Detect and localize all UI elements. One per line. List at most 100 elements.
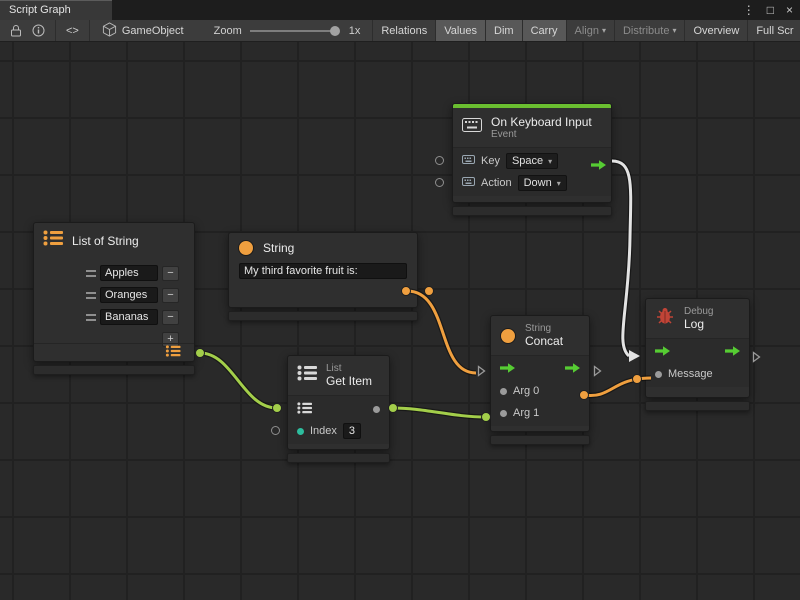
distribute-button[interactable]: Distribute▾ — [614, 20, 684, 42]
toolbar-buttons: Relations Values Dim Carry Align▾ Distri… — [372, 20, 800, 42]
graph-canvas[interactable]: On Keyboard Input Event Key Space▾ Actio… — [0, 42, 800, 600]
node-string-literal[interactable]: String My third favorite fruit is: — [228, 232, 418, 308]
tab-script-graph[interactable]: Script Graph — [0, 0, 112, 20]
lock-icon[interactable] — [10, 24, 22, 37]
carry-button[interactable]: Carry — [522, 20, 566, 42]
index-input-port[interactable] — [297, 428, 304, 435]
zoom-slider-knob[interactable] — [330, 26, 340, 36]
zoom-label: Zoom — [214, 25, 242, 37]
align-label: Align — [575, 25, 599, 37]
flow-input-port[interactable] — [655, 346, 670, 359]
index-input-row: Index 3 — [288, 420, 389, 442]
list-output-port[interactable] — [165, 344, 181, 362]
node-header: String — [229, 233, 417, 263]
drag-handle-icon[interactable] — [86, 270, 96, 277]
log-right-relation-arrow-icon — [752, 350, 761, 368]
window-close-icon[interactable]: × — [786, 3, 793, 17]
key-unconnected-port[interactable] — [435, 156, 444, 165]
overview-button[interactable]: Overview — [684, 20, 747, 42]
string-type-icon — [238, 240, 254, 256]
align-button[interactable]: Align▾ — [566, 20, 614, 42]
code-icon[interactable]: <> — [66, 25, 79, 37]
message-input-port[interactable] — [655, 371, 662, 378]
drag-handle-icon[interactable] — [86, 314, 96, 321]
action-port-icon — [462, 177, 475, 189]
list-item: Oranges − — [86, 284, 194, 306]
list-items: Apples − Oranges − Bananas − + — [34, 258, 194, 350]
info-icon[interactable] — [32, 24, 45, 37]
window-menu-icon[interactable]: ⋮ — [743, 3, 755, 17]
wire-keyboard-to-log[interactable] — [612, 161, 640, 362]
string-value-field[interactable]: My third favorite fruit is: — [239, 263, 407, 279]
arg0-input-port[interactable] — [500, 388, 507, 395]
key-port-label: Key — [481, 155, 500, 167]
index-value-field[interactable]: 3 — [343, 423, 361, 439]
node-title: Get Item — [326, 374, 372, 388]
values-button[interactable]: Values — [435, 20, 485, 42]
gameobject-breadcrumb[interactable]: GameObject — [102, 22, 184, 40]
arg1-input-row: Arg 1 — [491, 402, 589, 424]
node-footer — [645, 401, 750, 411]
zoom-slider[interactable] — [250, 20, 342, 42]
window-maximize-icon[interactable]: □ — [767, 3, 774, 17]
graph-toolbar: <> GameObject Zoom 1x Relations Values D… — [0, 20, 800, 42]
node-footer — [490, 435, 590, 445]
overview-label: Overview — [693, 25, 739, 37]
relations-button[interactable]: Relations — [372, 20, 435, 42]
list-output-row — [34, 343, 194, 361]
window-controls: ⋮ □ × — [743, 0, 793, 20]
node-footer — [228, 311, 418, 321]
node-footer — [33, 365, 195, 375]
item-output-port[interactable] — [373, 406, 380, 413]
wire-endpoint — [273, 404, 282, 413]
remove-item-button[interactable]: − — [162, 310, 179, 325]
remove-item-button[interactable]: − — [162, 266, 179, 281]
carry-label: Carry — [531, 25, 558, 37]
concat-left-relation-arrow-icon — [477, 364, 486, 382]
list-item-field[interactable]: Oranges — [100, 287, 158, 303]
list-icon — [297, 365, 317, 386]
flow-output-port[interactable] — [725, 346, 740, 359]
wire-getitem-to-concat[interactable] — [389, 404, 491, 422]
string-output-port[interactable] — [402, 288, 410, 296]
key-dropdown[interactable]: Space▾ — [506, 153, 558, 169]
tab-title: Script Graph — [9, 4, 71, 16]
arg1-label: Arg 1 — [513, 407, 539, 419]
dropdown-caret-icon: ▾ — [672, 26, 676, 35]
list-input-port[interactable] — [297, 402, 312, 417]
flow-output-port[interactable] — [565, 363, 580, 376]
flow-input-port[interactable] — [500, 363, 515, 376]
title-bar: Script Graph ⋮ □ × — [0, 0, 800, 20]
remove-item-button[interactable]: − — [162, 288, 179, 303]
node-category: List — [326, 363, 372, 374]
wire-concat-to-log-message[interactable] — [580, 375, 652, 400]
node-get-item[interactable]: List Get Item Index 3 — [287, 355, 390, 450]
flow-output-port[interactable] — [591, 157, 606, 175]
node-on-keyboard-input[interactable]: On Keyboard Input Event Key Space▾ Actio… — [452, 103, 612, 203]
string-value-row: My third favorite fruit is: — [229, 263, 417, 279]
action-dropdown[interactable]: Down▾ — [518, 175, 567, 191]
node-debug-log[interactable]: Debug Log Message — [645, 298, 750, 398]
index-unconnected-port[interactable] — [271, 426, 280, 435]
node-concat[interactable]: String Concat Arg 0 Arg 1 — [490, 315, 590, 432]
node-header: List Get Item — [288, 356, 389, 395]
drag-handle-icon[interactable] — [86, 292, 96, 299]
relations-label: Relations — [381, 25, 427, 37]
action-unconnected-port[interactable] — [435, 178, 444, 187]
wire-list-to-getitem[interactable] — [196, 349, 282, 413]
concat-right-relation-arrow-icon — [593, 364, 602, 382]
index-label: Index — [310, 425, 337, 437]
node-body: Key Space▾ Action Down▾ — [453, 147, 611, 196]
node-category: Debug — [684, 306, 713, 317]
node-body: Arg 0 Arg 1 — [491, 355, 589, 426]
list-item-field[interactable]: Bananas — [100, 309, 158, 325]
wire-endpoint — [633, 375, 642, 384]
key-port-icon — [462, 155, 475, 167]
node-body: Message — [646, 338, 749, 387]
list-item-field[interactable]: Apples — [100, 265, 158, 281]
dim-button[interactable]: Dim — [485, 20, 522, 42]
arg1-input-port[interactable] — [500, 410, 507, 417]
list-item: Apples − — [86, 262, 194, 284]
node-list-of-string[interactable]: List of String Apples − Oranges − Banana… — [33, 222, 195, 362]
fullscreen-button[interactable]: Full Scr — [747, 20, 800, 42]
